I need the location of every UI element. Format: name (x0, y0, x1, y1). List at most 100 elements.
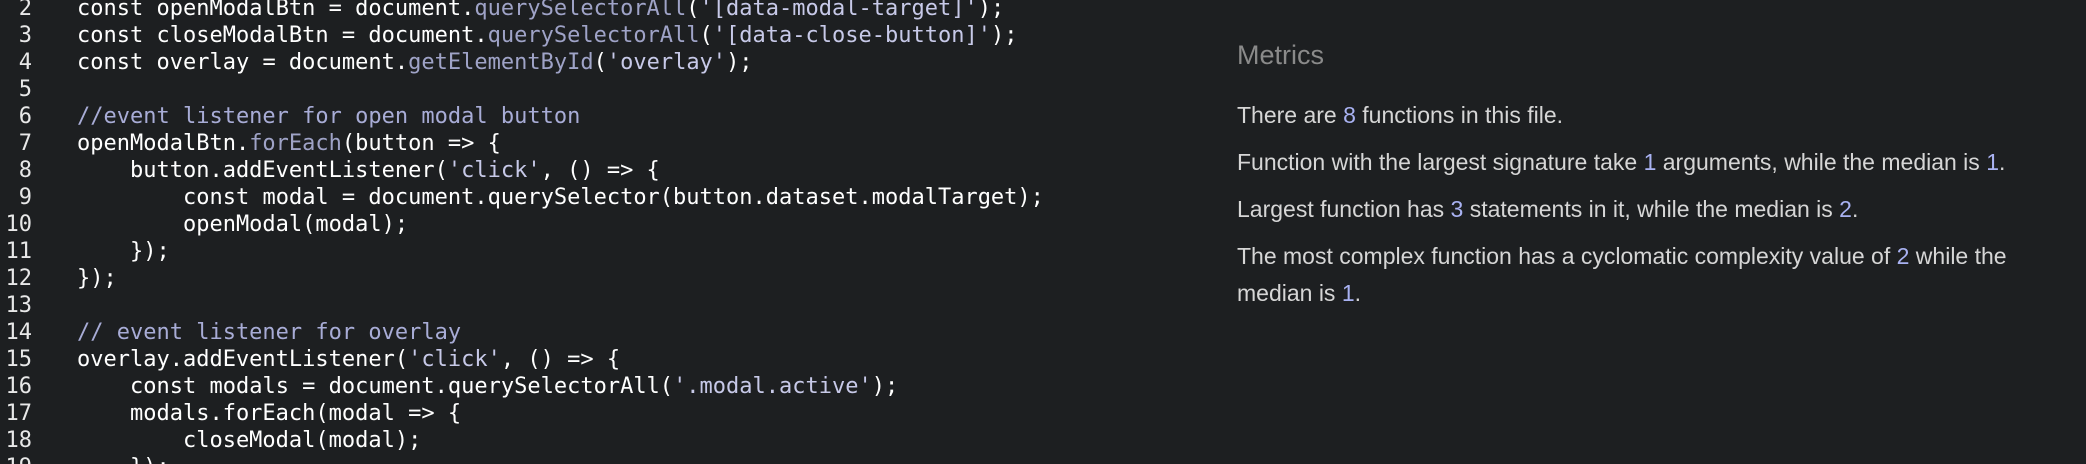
code-token: openModalBtn = document. (156, 0, 475, 21)
code-token: overlay.addEventListener( (77, 347, 409, 372)
code-token: 'overlay' (606, 50, 727, 75)
metric-function-count: There are 8 functions in this file. (1237, 102, 1564, 128)
code-text: }); (77, 265, 117, 292)
code-token: '[data-close-button]' (712, 23, 991, 48)
code-line[interactable]: 11 }); (0, 238, 1200, 265)
code-line[interactable]: 6 //event listener for open modal button (0, 103, 1200, 130)
code-token: , () => { (540, 158, 660, 183)
code-text: const closeModalBtn = document.querySele… (77, 22, 1017, 49)
largest-function-value: 3 (1450, 196, 1464, 222)
code-text: button.addEventListener('click', () => { (77, 157, 660, 184)
code-line[interactable]: 18 closeModal(modal); (0, 427, 1200, 454)
code-text: const modals = document.querySelectorAll… (77, 373, 898, 400)
line-number: 12 (5, 266, 33, 291)
code-token: overlay = document. (156, 50, 409, 75)
code-token: modals = document.querySelectorAll( (209, 374, 674, 399)
metric-largest-signature: Function with the largest signature take… (1237, 149, 2006, 175)
code-token: modals.forEach(modal => { (77, 401, 462, 426)
line-number: 18 (5, 428, 33, 453)
code-line[interactable]: 3 const closeModalBtn = document.querySel… (0, 22, 1200, 49)
code-text: const modal = document.querySelector(but… (77, 184, 1044, 211)
code-editor[interactable]: 2 const openModalBtn = document.querySele… (0, 0, 1200, 464)
code-line[interactable]: 17 modals.forEach(modal => { (0, 400, 1200, 427)
code-token: openModalBtn. (77, 131, 250, 156)
code-token: }); (77, 455, 170, 464)
code-token: getElementById (408, 50, 594, 75)
code-line[interactable]: 15 overlay.addEventListener('click', () =… (0, 346, 1200, 373)
line-number: 2 (18, 0, 32, 21)
metrics-panel: Metrics There are 8 functions in this fi… (1237, 40, 2017, 322)
metrics-title: Metrics (1237, 40, 1324, 70)
code-token: const (77, 0, 157, 21)
code-token: forEach (249, 131, 342, 156)
code-line[interactable]: 10 openModal(modal); (0, 211, 1200, 238)
code-text: const overlay = document.getElementById(… (77, 49, 753, 76)
code-token: openModal(modal); (77, 212, 409, 237)
code-text: }); (77, 454, 170, 464)
code-token: (button => { (341, 131, 501, 156)
complexity-median-value: 1 (1341, 280, 1355, 306)
metric-largest-function: Largest function has 3 statements in it,… (1237, 196, 1859, 222)
signature-median-value: 1 (1986, 149, 1999, 175)
line-number: 9 (18, 185, 32, 210)
code-token: const (129, 374, 210, 399)
code-token: const (182, 185, 263, 210)
code-line[interactable]: 5 (0, 76, 1200, 103)
complexity-value: 2 (1896, 243, 1910, 269)
line-number: 10 (5, 212, 33, 237)
line-number: 17 (5, 401, 33, 426)
line-number: 3 (18, 23, 32, 48)
function-count-value: 8 (1343, 102, 1356, 128)
code-token: ); (871, 374, 899, 399)
code-line[interactable]: 19 }); (0, 454, 1200, 464)
line-number: 19 (0, 454, 33, 464)
line-number: 6 (18, 104, 32, 129)
code-text: closeModal(modal); (77, 427, 421, 454)
code-line[interactable]: 9 const modal = document.querySelector(b… (0, 184, 1200, 211)
code-line[interactable]: 7 openModalBtn.forEach(button => { (0, 130, 1200, 157)
code-token: querySelectorAll (487, 23, 700, 48)
code-token: //event listener for open modal button (77, 104, 581, 129)
code-token: closeModal(modal); (77, 428, 422, 453)
code-line[interactable]: 16 const modals = document.querySelector… (0, 373, 1200, 400)
code-line[interactable]: 12}); (0, 265, 1200, 292)
code-text: const openModalBtn = document.querySelec… (77, 0, 1004, 22)
code-token: // event listener for overlay (77, 320, 462, 345)
code-line[interactable]: 13 (0, 292, 1200, 319)
code-text: overlay.addEventListener('click', () => … (77, 346, 620, 373)
code-line[interactable]: 8 button.addEventListener('click', () =>… (0, 157, 1200, 184)
code-text: openModalBtn.forEach(button => { (77, 130, 501, 157)
largest-signature-value: 1 (1643, 149, 1657, 175)
code-line[interactable]: 4 const overlay = document.getElementById… (0, 49, 1200, 76)
code-text: openModal(modal); (77, 211, 408, 238)
line-number: 4 (18, 50, 32, 75)
code-token: const (77, 23, 157, 48)
code-token: ); (977, 0, 1005, 21)
code-text: // event listener for overlay (77, 319, 461, 346)
line-number: 5 (18, 77, 32, 102)
line-number: 7 (18, 131, 32, 156)
code-token: '[data-modal-target]' (699, 0, 978, 21)
code-token: closeModalBtn = document. (156, 23, 488, 48)
code-line[interactable]: 2 const openModalBtn = document.querySele… (0, 0, 1200, 22)
code-token: ); (990, 23, 1018, 48)
code-token: modal = document.querySelector(button.da… (262, 185, 1044, 210)
line-number: 13 (5, 293, 33, 318)
code-token: ( (699, 23, 713, 48)
code-token: , () => { (500, 347, 621, 372)
code-token: 'click' (447, 158, 541, 183)
code-token: }); (77, 266, 117, 291)
code-token: querySelectorAll (474, 0, 687, 21)
code-text: //event listener for open modal button (77, 103, 580, 130)
statements-median-value: 2 (1839, 196, 1852, 222)
code-token: ); (726, 50, 753, 75)
code-token: }); (77, 239, 170, 264)
code-line[interactable]: 14 // event listener for overlay (0, 319, 1200, 346)
line-number: 16 (5, 374, 33, 399)
code-token: 'click' (408, 347, 501, 372)
line-number: 8 (18, 158, 32, 183)
code-token: const (77, 50, 157, 75)
code-token: ( (686, 0, 700, 21)
